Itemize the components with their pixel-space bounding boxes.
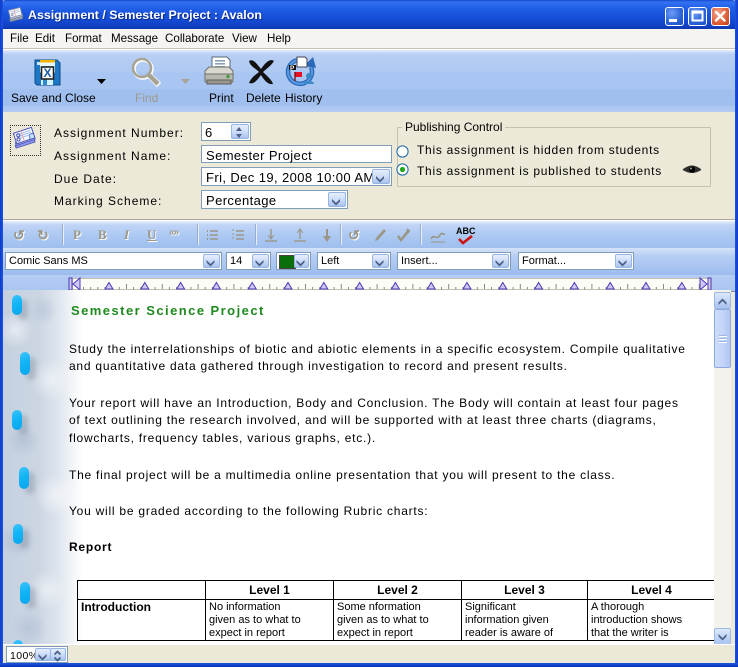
svg-text:P: P	[290, 65, 295, 72]
svg-text:X: X	[43, 66, 51, 80]
